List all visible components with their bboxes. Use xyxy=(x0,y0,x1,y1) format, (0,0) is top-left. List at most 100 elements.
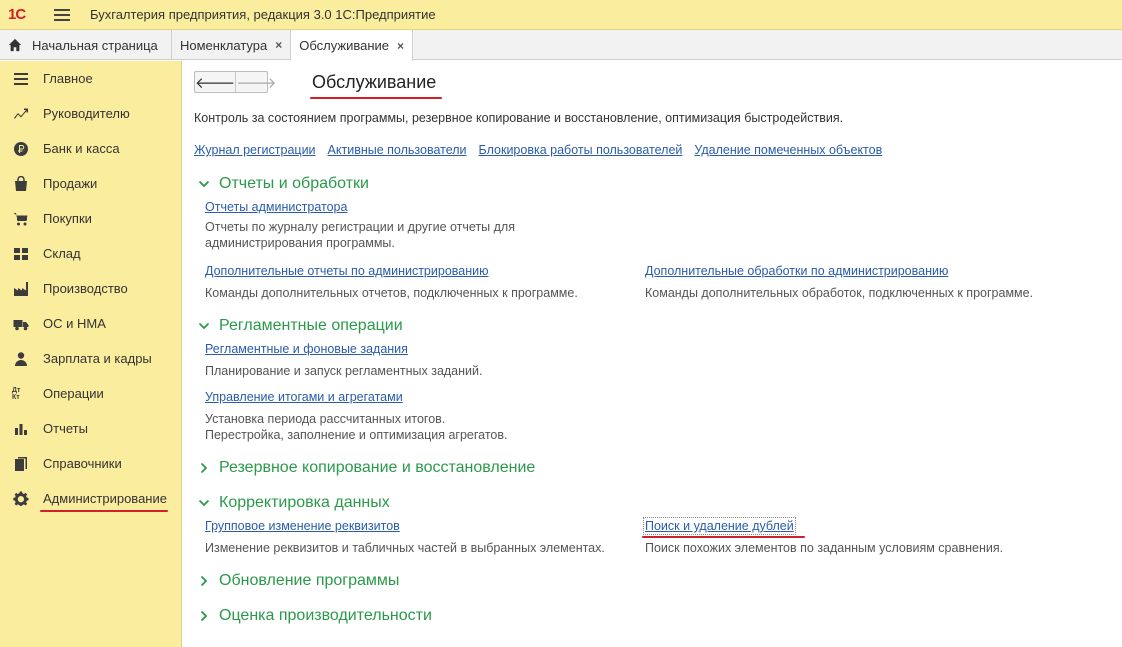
extra-reports-link[interactable]: Дополнительные отчеты по администрирован… xyxy=(205,264,488,278)
warehouse-icon xyxy=(12,246,30,262)
trend-icon xyxy=(12,106,30,122)
main-menu-icon[interactable] xyxy=(54,8,70,21)
event-log-link[interactable]: Журнал регистрации xyxy=(194,143,316,157)
admin-reports-item: Отчеты администратора Отчеты по журналу … xyxy=(205,200,515,251)
chevron-down-icon xyxy=(197,177,211,191)
sidebar-item-purchases[interactable]: Покупки xyxy=(0,201,181,236)
duplicates-link[interactable]: Поиск и удаление дублей xyxy=(643,517,796,535)
section-title: Регламентные операции xyxy=(219,317,403,334)
section-backup[interactable]: Резервное копирование и восстановление xyxy=(197,459,535,477)
item-note: Установка периода рассчитанных итогов. П… xyxy=(205,412,508,442)
tab-label: Номенклатура xyxy=(180,37,268,53)
highlight-underline xyxy=(310,97,442,99)
back-button[interactable]: 🡐 xyxy=(195,72,235,92)
group-change-item: Групповое изменение реквизитов Изменение… xyxy=(205,519,605,556)
close-icon[interactable]: × xyxy=(275,38,282,52)
chevron-down-icon xyxy=(197,496,211,510)
sidebar-item-label: Покупки xyxy=(43,211,92,226)
section-performance[interactable]: Оценка производительности xyxy=(197,607,432,625)
admin-reports-link[interactable]: Отчеты администратора xyxy=(205,200,347,214)
sidebar-item-label: Продажи xyxy=(43,176,98,191)
close-icon[interactable]: × xyxy=(397,39,404,53)
item-note: Команды дополнительных обработок, подклю… xyxy=(645,286,1034,300)
section-reports[interactable]: Отчеты и обработки xyxy=(197,175,369,193)
sidebar-item-operations[interactable]: Дт Кт Операции xyxy=(0,376,181,411)
page-title: Обслуживание xyxy=(312,72,437,92)
sidebar-item-salary[interactable]: Зарплата и кадры xyxy=(0,341,181,376)
totals-link[interactable]: Управление итогами и агрегатами xyxy=(205,390,403,404)
extra-processing-item: Дополнительные обработки по администриро… xyxy=(645,264,1033,301)
sidebar-item-production[interactable]: Производство xyxy=(0,271,181,306)
menu-lines-icon xyxy=(12,71,30,87)
sidebar-item-main[interactable]: Главное xyxy=(0,61,181,96)
section-update[interactable]: Обновление программы xyxy=(197,572,399,590)
sidebar-item-sales[interactable]: Продажи xyxy=(0,166,181,201)
item-note: Изменение реквизитов и табличных частей … xyxy=(205,541,605,555)
forward-button[interactable]: 🡒 xyxy=(235,72,276,92)
bar-chart-icon xyxy=(12,421,30,437)
section-title: Резервное копирование и восстановление xyxy=(219,459,536,476)
sidebar-item-label: Руководителю xyxy=(43,106,130,121)
sidebar-item-reports[interactable]: Отчеты xyxy=(0,411,181,446)
nav-buttons: 🡐 🡒 xyxy=(194,71,276,93)
sidebar-item-label: Операции xyxy=(43,386,104,401)
item-note: Отчеты по журналу регистрации и другие о… xyxy=(205,220,515,250)
title-bar: 1С Бухгалтерия предприятия, редакция 3.0… xyxy=(0,0,1122,30)
item-note: Планирование и запуск регламентных задан… xyxy=(205,364,483,378)
sidebar-item-label: Администрирование xyxy=(43,491,167,506)
totals-item: Управление итогами и агрегатами Установк… xyxy=(205,390,507,443)
factory-icon xyxy=(12,281,30,297)
section-title: Обновление программы xyxy=(219,572,400,589)
sidebar-item-label: Производство xyxy=(43,281,128,296)
person-icon xyxy=(12,351,30,367)
sidebar-item-label: ОС и НМА xyxy=(43,316,106,331)
cart-icon xyxy=(12,211,30,227)
tab-maintenance[interactable]: Обслуживание × xyxy=(291,30,414,61)
window-title: Бухгалтерия предприятия, редакция 3.0 1С… xyxy=(90,7,436,22)
routine-tasks-link[interactable]: Регламентные и фоновые задания xyxy=(205,342,408,356)
quick-links: Журнал регистрации Активные пользователи… xyxy=(194,143,882,157)
sidebar-item-label: Зарплата и кадры xyxy=(43,351,152,366)
group-change-link[interactable]: Групповое изменение реквизитов xyxy=(205,519,400,533)
item-note: Команды дополнительных отчетов, подключе… xyxy=(205,286,578,300)
section-correction[interactable]: Корректировка данных xyxy=(197,494,390,512)
sidebar-item-label: Отчеты xyxy=(43,421,88,436)
sidebar-item-assets[interactable]: ОС и НМА xyxy=(0,306,181,341)
extra-reports-item: Дополнительные отчеты по администрирован… xyxy=(205,264,578,301)
chevron-down-icon xyxy=(197,319,211,333)
tab-label: Начальная страница xyxy=(32,37,158,53)
section-routine[interactable]: Регламентные операции xyxy=(197,317,403,335)
section-title: Оценка производительности xyxy=(219,607,432,624)
item-note: Поиск похожих элементов по заданным усло… xyxy=(645,541,1004,555)
ruble-icon xyxy=(12,141,30,157)
sidebar-item-catalogs[interactable]: Справочники xyxy=(0,446,181,481)
tab-nomenclature[interactable]: Номенклатура × xyxy=(172,30,292,60)
section-title: Корректировка данных xyxy=(219,494,390,511)
user-lock-link[interactable]: Блокировка работы пользователей xyxy=(479,143,683,157)
sidebar-item-label: Главное xyxy=(43,71,93,86)
sidebar-item-label: Склад xyxy=(43,246,81,261)
sidebar-item-bank[interactable]: Банк и касса xyxy=(0,131,181,166)
gear-icon xyxy=(12,490,30,507)
main-content: 🡐 🡒 Обслуживание Контроль за состоянием … xyxy=(183,61,1122,647)
sidebar: Главное Руководителю Банк и касса Продаж… xyxy=(0,61,182,647)
books-icon xyxy=(12,456,30,472)
active-users-link[interactable]: Активные пользователи xyxy=(328,143,467,157)
debit-credit-icon: Дт Кт xyxy=(12,386,21,401)
chevron-right-icon xyxy=(197,574,211,588)
sidebar-item-label: Справочники xyxy=(43,456,122,471)
shopping-bag-icon xyxy=(12,175,30,192)
tab-home[interactable]: Начальная страница xyxy=(0,30,172,60)
logo-text: 1С xyxy=(8,6,26,23)
highlight-underline xyxy=(40,510,168,512)
chevron-right-icon xyxy=(197,461,211,475)
section-title: Отчеты и обработки xyxy=(219,175,369,192)
sidebar-item-manager[interactable]: Руководителю xyxy=(0,96,181,131)
sidebar-item-warehouse[interactable]: Склад xyxy=(0,236,181,271)
page-description: Контроль за состоянием программы, резерв… xyxy=(194,111,844,125)
extra-processing-link[interactable]: Дополнительные обработки по администриро… xyxy=(645,264,948,278)
routine-tasks-item: Регламентные и фоновые задания Планирова… xyxy=(205,342,482,379)
app-logo[interactable]: 1С xyxy=(8,5,44,25)
sidebar-item-label: Банк и касса xyxy=(43,141,120,156)
delete-marked-link[interactable]: Удаление помеченных объектов xyxy=(694,143,882,157)
